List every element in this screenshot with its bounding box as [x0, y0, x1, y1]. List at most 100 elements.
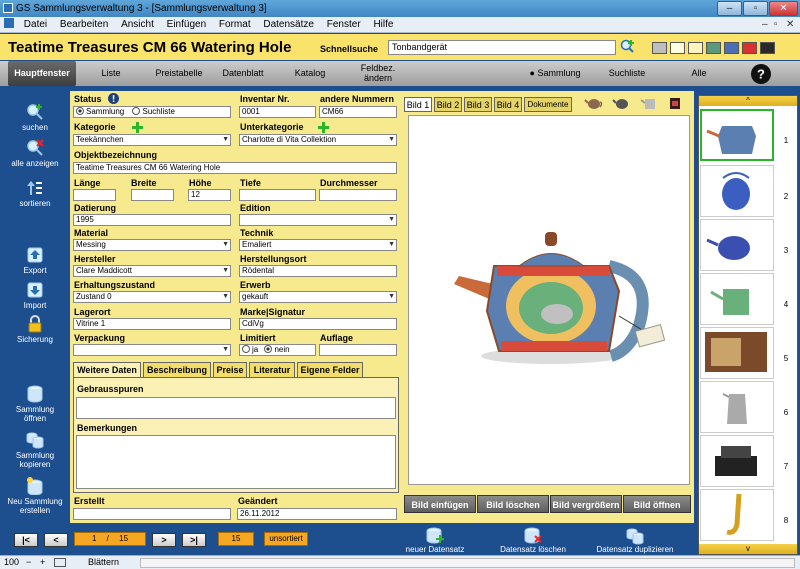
add-kategorie-icon[interactable]	[132, 122, 143, 133]
mini-teapot-icon-2[interactable]	[612, 96, 632, 110]
nav-sammlung[interactable]: ● Sammlung	[520, 61, 590, 86]
herstellungsort-field[interactable]: Rödental	[239, 265, 397, 277]
sidebar-sicherung[interactable]: Sicherung	[0, 315, 70, 344]
tab-bild-3[interactable]: Bild 3	[464, 97, 492, 112]
erstellt-field[interactable]	[73, 508, 231, 520]
material-select[interactable]: Messing	[73, 239, 231, 251]
unterkategorie-select[interactable]: Charlotte di Vita Collektion	[239, 134, 397, 146]
last-record-button[interactable]: >|	[182, 533, 206, 547]
color-swatch-5[interactable]	[724, 42, 739, 54]
thumbs-scroll-up[interactable]: ^	[699, 96, 797, 106]
menu-bearbeiten[interactable]: Bearbeiten	[55, 17, 113, 33]
first-record-button[interactable]: |<	[14, 533, 38, 547]
color-swatch-4[interactable]	[706, 42, 721, 54]
info-icon[interactable]	[108, 93, 119, 104]
menu-datei[interactable]: Datei	[19, 17, 52, 33]
thumb-6[interactable]	[700, 381, 774, 433]
sidebar-sammlung-kopieren[interactable]: Sammlung kopieren	[0, 431, 70, 469]
layout-toggle-icon[interactable]	[54, 558, 66, 567]
radio-sammlung[interactable]	[76, 107, 84, 115]
color-swatch-7[interactable]	[760, 42, 775, 54]
thumb-7[interactable]	[700, 435, 774, 487]
sidebar-neue-sammlung[interactable]: Neu Sammlung erstellen	[0, 477, 70, 515]
inventar-field[interactable]: 0001	[239, 106, 316, 118]
quicksearch-go-icon[interactable]	[620, 39, 636, 55]
nav-hauptfenster[interactable]: Hauptfenster	[8, 61, 76, 86]
auflage-field[interactable]	[319, 344, 397, 356]
menu-format[interactable]: Format	[214, 17, 256, 33]
menu-hilfe[interactable]: Hilfe	[368, 17, 398, 33]
durchmesser-field[interactable]	[319, 189, 397, 201]
mini-teapot-icon-4[interactable]	[668, 96, 682, 110]
sidebar-sammlung-oeffnen[interactable]: Sammlung öffnen	[0, 385, 70, 423]
thumb-4[interactable]	[700, 273, 774, 325]
sidebar-alle-anzeigen[interactable]: alle anzeigen	[0, 139, 70, 168]
system-menu-icon[interactable]	[4, 18, 14, 28]
bild-loeschen-button[interactable]: Bild löschen	[477, 495, 549, 513]
menu-fenster[interactable]: Fenster	[322, 17, 366, 33]
radio-suchliste[interactable]	[132, 107, 141, 115]
gebrauchsspuren-field[interactable]	[76, 397, 396, 419]
thumb-2[interactable]	[700, 165, 774, 217]
color-swatch-2[interactable]	[670, 42, 685, 54]
marke-field[interactable]: CdiVg	[239, 318, 397, 330]
bild-einfuegen-button[interactable]: Bild einfügen	[404, 495, 476, 513]
kategorie-select[interactable]: Teekännchen	[73, 134, 231, 146]
tab-bild-2[interactable]: Bild 2	[434, 97, 462, 112]
quicksearch-input[interactable]: Tonbandgerät	[388, 40, 616, 55]
datensatz-loeschen-button[interactable]: Datensatz löschen	[488, 527, 578, 554]
radio-ja[interactable]	[242, 345, 250, 353]
hoehe-field[interactable]: 12	[188, 189, 231, 201]
mdi-restore-icon[interactable]: ▫	[774, 17, 778, 33]
mini-teapot-icon-3[interactable]	[640, 96, 660, 110]
verpackung-select[interactable]	[73, 344, 231, 356]
tab-literatur[interactable]: Literatur	[249, 362, 295, 377]
radio-nein[interactable]	[264, 345, 273, 353]
nav-liste[interactable]: Liste	[80, 61, 142, 86]
thumb-8[interactable]	[700, 489, 774, 541]
zoom-out-button[interactable]: −	[26, 556, 31, 569]
nav-alle[interactable]: Alle	[664, 61, 734, 86]
thumbs-scroll-down[interactable]: v	[699, 544, 797, 554]
image-view[interactable]	[408, 115, 690, 485]
next-record-button[interactable]: >	[152, 533, 176, 547]
erwerb-select[interactable]: gekauft	[239, 291, 397, 303]
geaendert-field[interactable]: 26.11.2012	[237, 508, 397, 520]
sidebar-export[interactable]: Export	[0, 246, 70, 275]
bild-oeffnen-button[interactable]: Bild öffnen	[623, 495, 691, 513]
thumb-3[interactable]	[700, 219, 774, 271]
prev-record-button[interactable]: <	[44, 533, 68, 547]
objekt-field[interactable]: Teatime Treasures CM 66 Watering Hole	[73, 162, 397, 174]
nav-feldbezeichnung[interactable]: Feldbez. ändern	[344, 61, 412, 86]
tab-eigene-felder[interactable]: Eigene Felder	[297, 362, 363, 377]
mini-teapot-icon-1[interactable]	[584, 96, 604, 110]
mdi-minimize-icon[interactable]: –	[762, 17, 768, 33]
tab-preise[interactable]: Preise	[213, 362, 247, 377]
menu-ansicht[interactable]: Ansicht	[116, 17, 159, 33]
maximize-button[interactable]: ▫	[743, 1, 768, 16]
andere-nummern-field[interactable]: CM66	[319, 106, 397, 118]
tiefe-field[interactable]	[239, 189, 316, 201]
nav-preistabelle[interactable]: Preistabelle	[146, 61, 212, 86]
thumb-1[interactable]	[700, 109, 774, 161]
close-button[interactable]: ✕	[769, 1, 798, 16]
neuer-datensatz-button[interactable]: neuer Datensatz	[390, 527, 480, 554]
minimize-button[interactable]: –	[717, 1, 742, 16]
menu-datensaetze[interactable]: Datensätze	[258, 17, 319, 33]
datensatz-duplizieren-button[interactable]: Datensatz duplizieren	[590, 527, 680, 554]
edition-select[interactable]	[239, 214, 397, 226]
bild-vergroessern-button[interactable]: Bild vergrößern	[550, 495, 622, 513]
zoom-in-button[interactable]: +	[40, 556, 45, 569]
color-swatch-3[interactable]	[688, 42, 703, 54]
color-swatch-6[interactable]	[742, 42, 757, 54]
hersteller-select[interactable]: Clare Maddicott	[73, 265, 231, 277]
breite-field[interactable]	[131, 189, 174, 201]
nav-suchliste[interactable]: Suchliste	[594, 61, 660, 86]
bemerkungen-field[interactable]	[76, 435, 396, 489]
tab-weitere-daten[interactable]: Weitere Daten	[73, 362, 141, 377]
sidebar-suchen[interactable]: suchen	[0, 103, 70, 132]
tab-bild-4[interactable]: Bild 4	[494, 97, 522, 112]
menu-einfuegen[interactable]: Einfügen	[162, 17, 211, 33]
lagerort-field[interactable]: Vitrine 1	[73, 318, 231, 330]
add-unterkategorie-icon[interactable]	[318, 122, 329, 133]
